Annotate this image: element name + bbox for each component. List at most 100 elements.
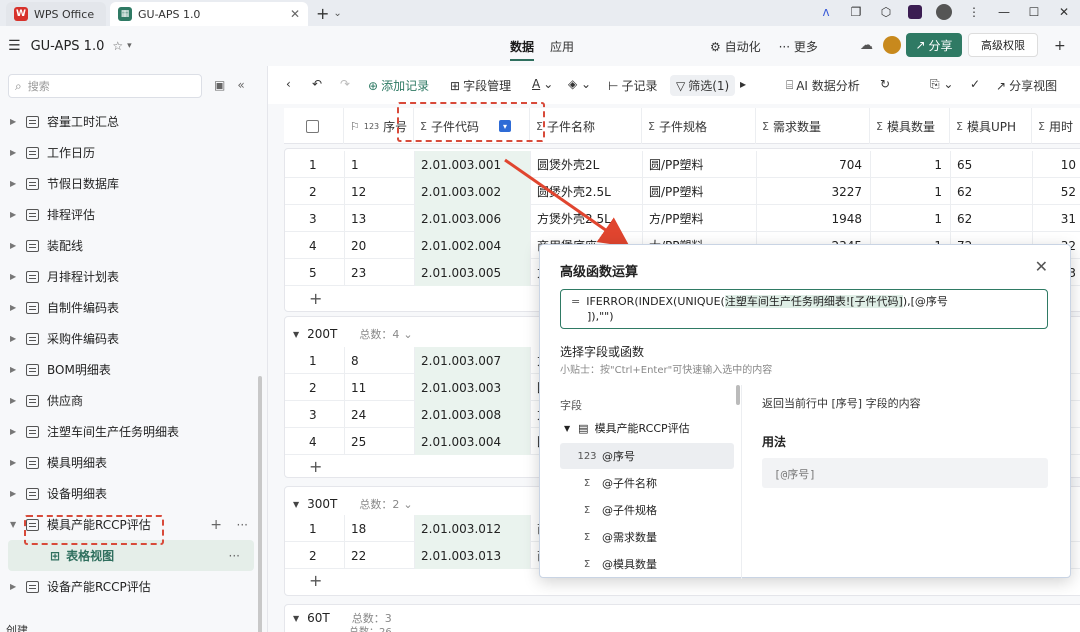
share-button[interactable]: ↗ 分享 (906, 33, 962, 57)
collapse-sidebar-icon[interactable]: « (237, 78, 244, 92)
maximize-icon[interactable]: ☐ (1026, 5, 1042, 19)
add-icon[interactable]: + (1054, 38, 1066, 54)
column-header[interactable]: Σ 子件规格 (642, 108, 756, 144)
user-avatar[interactable] (936, 4, 952, 20)
formula-input[interactable]: = IFERROR(INDEX(UNIQUE(注塑车间生产任务明细表![子件代码]… (560, 289, 1048, 329)
add-record-button[interactable]: ⊕ 添加记录 (368, 77, 429, 94)
share-view-button[interactable]: ↗ 分享视图 (996, 77, 1057, 94)
window-copy-icon[interactable]: ❐ (848, 5, 864, 19)
sub-record-button[interactable]: ⊢ 子记录 (608, 77, 657, 94)
cell-seq[interactable]: 1 (345, 151, 415, 178)
field-item[interactable]: 123 @序号 (560, 443, 734, 469)
cell-code[interactable]: 2.01.003.008 (415, 401, 531, 428)
add-row-icon[interactable]: + (309, 289, 322, 308)
cloud-icon[interactable]: ☁ (860, 38, 873, 54)
table-row[interactable]: 2 12 2.01.003.002 圆煲外壳2.5L 圆/PP塑料 3227 1… (285, 178, 1080, 205)
cell-molds[interactable]: 1 (871, 151, 951, 178)
sidebar-item[interactable]: ▶ 设备明细表 (0, 478, 262, 509)
cell-name[interactable]: 圆煲外壳2.5L (531, 178, 643, 205)
cell-qty[interactable]: 1948 (757, 205, 871, 232)
cell-seq[interactable]: 20 (345, 232, 415, 259)
minimize-icon[interactable]: — (996, 5, 1012, 19)
cell-spec[interactable]: 圆/PP塑料 (643, 151, 757, 178)
add-row-icon[interactable]: + (309, 571, 322, 590)
new-tab-icon[interactable]: + (316, 4, 329, 23)
text-color-button[interactable]: A ⌄ (532, 77, 553, 91)
sidebar-item[interactable]: ▶ 月排程计划表 (0, 261, 262, 292)
cell-uph[interactable]: 65 (951, 151, 1033, 178)
add-icon[interactable]: + (210, 517, 222, 533)
more-button[interactable]: ··· 更多 (779, 38, 818, 55)
menu-icon[interactable]: ☰ (8, 38, 21, 54)
automation-button[interactable]: ⚙ 自动化 (710, 38, 761, 55)
star-icon[interactable]: ☆ (112, 39, 123, 53)
cell-time[interactable]: 31 (1033, 205, 1080, 232)
cube-icon[interactable]: ⬡ (878, 5, 894, 19)
column-header[interactable]: Σ 子件名称 (530, 108, 642, 144)
select-all-checkbox[interactable] (284, 108, 344, 144)
cell-qty[interactable]: 704 (757, 151, 871, 178)
cell-time[interactable]: 10 (1033, 151, 1080, 178)
back-icon[interactable]: ‹ (286, 77, 291, 91)
tab-wps-office[interactable]: W WPS Office (6, 2, 106, 26)
redo-icon[interactable]: ↷ (340, 77, 350, 91)
close-icon[interactable]: ✕ (290, 7, 300, 21)
sidebar-item[interactable]: ▶ 供应商 (0, 385, 262, 416)
ai-analysis-button[interactable]: ⌸ AI 数据分析 (786, 77, 860, 94)
create-section[interactable]: 创建 (6, 622, 28, 632)
sidebar-item[interactable]: ▶ 模具明细表 (0, 447, 262, 478)
clipboard-icon[interactable]: ✓ (970, 77, 980, 91)
cell-seq[interactable]: 8 (345, 347, 415, 374)
table-node[interactable]: ▼ ▤ 模具产能RCCP评估 (560, 415, 734, 441)
more-icon[interactable]: ⋮ (966, 5, 982, 19)
tab-apps[interactable]: 应用 (550, 38, 574, 61)
field-item[interactable]: Σ @模具数量 (560, 551, 734, 577)
field-item[interactable]: Σ @子件规格 (560, 497, 734, 523)
sidebar-item[interactable]: ▶ 装配线 (0, 230, 262, 261)
table-row[interactable]: 3 13 2.01.003.006 方煲外壳2.5L 方/PP塑料 1948 1… (285, 205, 1080, 232)
cell-molds[interactable]: 1 (871, 205, 951, 232)
advanced-permission-button[interactable]: 高级权限 (968, 33, 1038, 57)
sidebar-item[interactable]: ▶ 设备产能RCCP评估 (0, 571, 262, 602)
cell-molds[interactable]: 1 (871, 178, 951, 205)
field-item[interactable]: Σ @需求数量 (560, 524, 734, 550)
ai-assistant-icon[interactable]: ᴧ (818, 5, 834, 19)
cell-seq[interactable]: 23 (345, 259, 415, 286)
more-icon[interactable]: ··· (229, 549, 240, 563)
sidebar-item[interactable]: ▶ 节假日数据库 (0, 168, 262, 199)
column-header[interactable]: Σ 需求数量 (756, 108, 870, 144)
cell-uph[interactable]: 62 (951, 205, 1033, 232)
cell-qty[interactable]: 3227 (757, 178, 871, 205)
sidebar-scrollbar[interactable] (258, 376, 262, 632)
cell-name[interactable]: 圆煲外壳2L (531, 151, 643, 178)
cell-code[interactable]: 2.01.003.007 (415, 347, 531, 374)
cell-code[interactable]: 2.01.003.002 (415, 178, 531, 205)
field-list-scrollbar[interactable] (736, 385, 740, 405)
cell-seq[interactable]: 22 (345, 542, 415, 569)
cell-uph[interactable]: 62 (951, 178, 1033, 205)
cell-seq[interactable]: 11 (345, 374, 415, 401)
cell-code[interactable]: 2.01.003.005 (415, 259, 531, 286)
history-icon[interactable]: ↻ (880, 77, 890, 91)
cell-name[interactable]: 方煲外壳2.5L (531, 205, 643, 232)
cell-seq[interactable]: 24 (345, 401, 415, 428)
cell-code[interactable]: 2.01.003.012 (415, 515, 531, 542)
cell-time[interactable]: 52 (1033, 178, 1080, 205)
cell-seq[interactable]: 13 (345, 205, 415, 232)
sidebar-item[interactable]: ▶ 容量工时汇总 (0, 106, 262, 137)
chevron-down-icon[interactable]: ⌄ (403, 498, 412, 511)
search-input[interactable]: ⌕ 搜索 (8, 74, 202, 98)
sidebar-item[interactable]: ▶ BOM明细表 (0, 354, 262, 385)
undo-icon[interactable]: ↶ (312, 77, 322, 91)
cell-code[interactable]: 2.01.002.004 (415, 232, 531, 259)
fill-color-button[interactable]: ◈ ⌄ (568, 77, 591, 91)
chevron-down-icon[interactable]: ⌄ (403, 328, 412, 341)
column-header[interactable]: Σ 用时 (1032, 108, 1080, 144)
cell-code[interactable]: 2.01.003.006 (415, 205, 531, 232)
chevron-down-icon[interactable]: ⌄ (333, 8, 341, 19)
cell-seq[interactable]: 12 (345, 178, 415, 205)
sidebar-item[interactable]: ▶ 采购件编码表 (0, 323, 262, 354)
table-row[interactable]: 1 1 2.01.003.001 圆煲外壳2L 圆/PP塑料 704 1 65 … (285, 151, 1080, 178)
cell-seq[interactable]: 18 (345, 515, 415, 542)
sidebar-view-icon[interactable]: ▣ (214, 78, 225, 92)
